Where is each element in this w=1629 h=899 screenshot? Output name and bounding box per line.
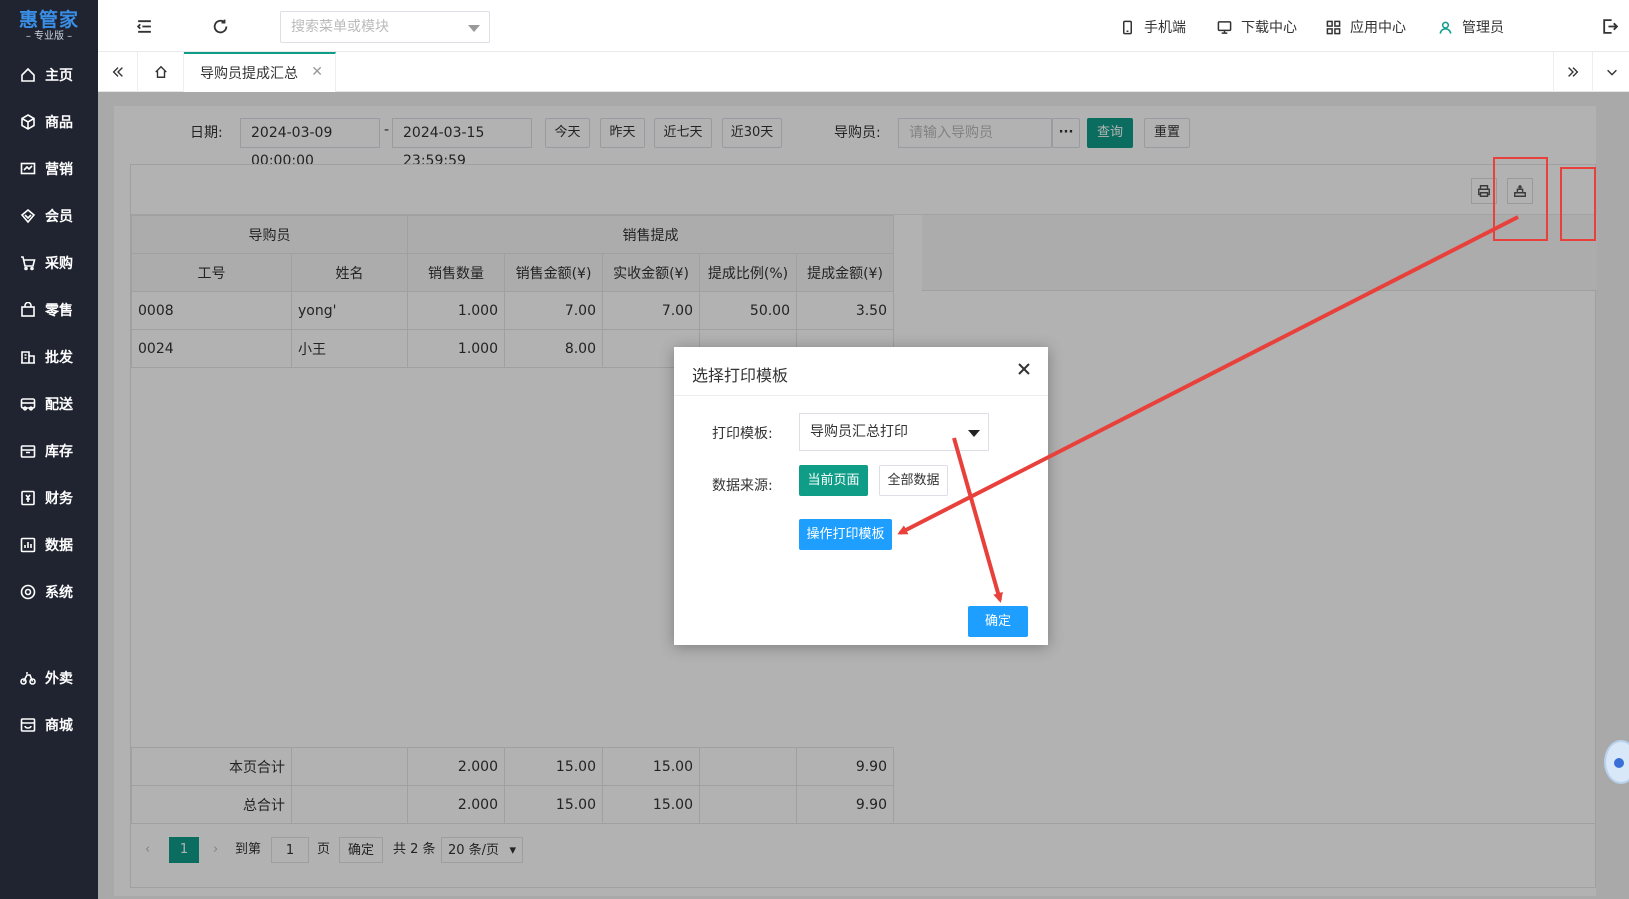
settings-icon xyxy=(20,584,36,600)
menu-search-input[interactable]: 搜索菜单或模块 xyxy=(280,11,490,43)
sidebar-item-label: 外卖 xyxy=(45,671,73,687)
source-all-data-button[interactable]: 全部数据 xyxy=(879,465,948,496)
tab-label: 导购员提成汇总 xyxy=(200,66,298,82)
sidebar-item-label: 库存 xyxy=(45,444,73,460)
source-current-page-button[interactable]: 当前页面 xyxy=(799,465,868,496)
cart-icon xyxy=(20,255,36,271)
top-header: 搜索菜单或模块 手机端 下载中心 应用中心 管理员 xyxy=(98,0,1629,52)
tab-home[interactable] xyxy=(139,52,184,92)
finance-icon xyxy=(20,490,36,506)
cube-icon xyxy=(20,114,36,130)
double-chevron-right-icon xyxy=(1568,67,1579,77)
sidebar-item-label: 采购 xyxy=(45,256,73,272)
app-center-link[interactable]: 应用中心 xyxy=(1326,16,1406,38)
tabs-scroll-left-button[interactable] xyxy=(98,52,138,92)
chart-icon xyxy=(20,161,36,177)
sidebar-item-delivery[interactable]: 配送 xyxy=(0,382,98,426)
mobile-label: 手机端 xyxy=(1144,20,1186,36)
brand-name: 惠管家 xyxy=(18,9,79,31)
box-icon xyxy=(20,443,36,459)
sidebar-item-member[interactable]: 会员 xyxy=(0,194,98,238)
user-icon xyxy=(1439,21,1452,34)
sidebar-item-purchase[interactable]: 采购 xyxy=(0,241,98,285)
sidebar-item-home[interactable]: 主页 xyxy=(0,53,98,97)
home-icon xyxy=(20,67,36,83)
app-center-label: 应用中心 xyxy=(1350,20,1406,36)
sidebar-item-label: 营销 xyxy=(45,162,73,178)
annotation-frame-export xyxy=(1560,167,1596,241)
sidebar-item-label: 零售 xyxy=(45,303,73,319)
logout-icon[interactable] xyxy=(1599,16,1619,36)
sidebar-item-marketing[interactable]: 营销 xyxy=(0,147,98,191)
sidebar-item-label: 会员 xyxy=(45,209,73,225)
sidebar-item-label: 主页 xyxy=(45,68,73,84)
brand-logo[interactable]: 惠管家 – 专业版 – xyxy=(0,0,98,52)
refresh-icon[interactable] xyxy=(210,16,230,36)
dialog-title: 选择打印模板 xyxy=(692,366,789,385)
caret-down-icon xyxy=(968,430,980,437)
annotation-frame-print xyxy=(1493,157,1548,241)
mobile-link[interactable]: 手机端 xyxy=(1120,16,1186,38)
chevron-down-icon xyxy=(1607,69,1617,76)
user-name: 管理员 xyxy=(1462,20,1504,36)
print-template-dialog: 选择打印模板 打印模板: 导购员汇总打印 数据来源: 当前页面 全部数据 操作打… xyxy=(674,347,1048,645)
sidebar-item-finance[interactable]: 财务 xyxy=(0,476,98,520)
phone-icon xyxy=(1123,20,1132,34)
sidebar-item-label: 财务 xyxy=(45,491,73,507)
template-value: 导购员汇总打印 xyxy=(810,424,908,440)
truck-icon xyxy=(20,396,36,412)
sidebar-item-label: 系统 xyxy=(45,585,73,601)
dialog-divider xyxy=(674,395,1048,396)
assistant-dot-icon xyxy=(1614,758,1624,768)
sidebar-item-data[interactable]: 数据 xyxy=(0,523,98,567)
chevron-down-icon xyxy=(468,25,480,32)
store-icon xyxy=(20,717,36,733)
sidebar-item-label: 商品 xyxy=(45,115,73,131)
apps-grid-icon xyxy=(1326,20,1341,34)
sidebar-item-label: 数据 xyxy=(45,538,73,554)
home-icon xyxy=(155,65,167,78)
tabs-scroll-right-button[interactable] xyxy=(1553,52,1593,92)
data-icon xyxy=(20,537,36,553)
sidebar-item-label: 商城 xyxy=(45,718,73,734)
sidebar-item-wholesale[interactable]: 批发 xyxy=(0,335,98,379)
sidebar: 惠管家 – 专业版 – 主页 商品 营销 会员 采购 零售 批发 配送 库存 财… xyxy=(0,0,98,899)
sidebar-item-goods[interactable]: 商品 xyxy=(0,100,98,144)
tabs-dropdown-button[interactable] xyxy=(1592,52,1629,92)
sidebar-item-inventory[interactable]: 库存 xyxy=(0,429,98,473)
collapse-menu-icon[interactable] xyxy=(134,16,154,36)
diamond-icon xyxy=(20,208,36,224)
sidebar-item-takeaway[interactable]: 外卖 xyxy=(0,656,98,700)
bag-icon xyxy=(20,302,36,318)
sidebar-item-label: 批发 xyxy=(45,350,73,366)
operate-print-template-button[interactable]: 操作打印模板 xyxy=(799,519,892,550)
data-source-label: 数据来源: xyxy=(712,478,773,494)
sidebar-item-label: 配送 xyxy=(45,397,73,413)
template-select[interactable]: 导购员汇总打印 xyxy=(799,413,989,451)
download-center-link[interactable]: 下载中心 xyxy=(1217,16,1297,38)
building-icon xyxy=(20,349,36,365)
sidebar-item-system[interactable]: 系统 xyxy=(0,570,98,614)
search-placeholder: 搜索菜单或模块 xyxy=(291,19,389,35)
double-chevron-left-icon xyxy=(112,67,123,77)
download-center-label: 下载中心 xyxy=(1241,20,1297,36)
tab-bar: 导购员提成汇总 ✕ xyxy=(98,52,1629,92)
tab-guide-commission-summary[interactable]: 导购员提成汇总 ✕ xyxy=(184,52,336,92)
monitor-icon xyxy=(1217,20,1232,34)
close-icon[interactable] xyxy=(1014,359,1034,379)
user-menu[interactable]: 管理员 xyxy=(1438,16,1504,38)
bike-icon xyxy=(20,670,36,686)
template-label: 打印模板: xyxy=(712,426,773,442)
confirm-button[interactable]: 确定 xyxy=(968,606,1028,637)
brand-edition: – 专业版 – xyxy=(25,31,73,42)
close-icon[interactable]: ✕ xyxy=(311,64,323,80)
sidebar-item-mall[interactable]: 商城 xyxy=(0,703,98,747)
sidebar-item-retail[interactable]: 零售 xyxy=(0,288,98,332)
